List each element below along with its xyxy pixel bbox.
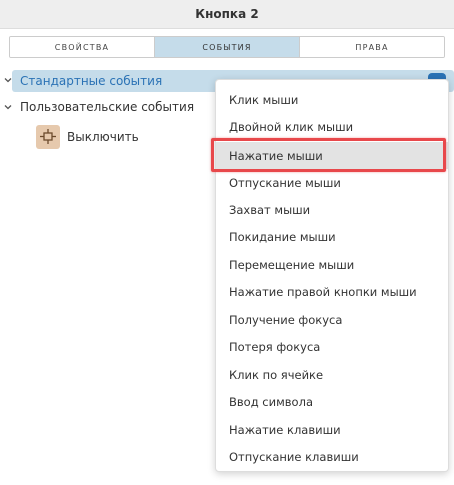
tab-rights[interactable]: ПРАВА: [300, 37, 444, 57]
menu-item-mouse-down[interactable]: Нажатие мыши: [216, 142, 448, 169]
tab-properties[interactable]: СВОЙСТВА: [10, 37, 155, 57]
menu-item-mouse-capture[interactable]: Захват мыши: [216, 196, 448, 223]
menu-item-mouse-click[interactable]: Клик мыши: [216, 86, 448, 113]
event-panel: Кнопка 2 СВОЙСТВА СОБЫТИЯ ПРАВА Стандарт…: [0, 0, 454, 485]
menu-item-mouse-leave[interactable]: Покидание мыши: [216, 223, 448, 250]
menu-item-right-mouse-down[interactable]: Нажатие правой кнопки мыши: [216, 278, 448, 305]
tab-bar: СВОЙСТВА СОБЫТИЯ ПРАВА: [9, 36, 445, 58]
menu-item-mouse-move[interactable]: Перемещение мыши: [216, 251, 448, 278]
menu-item-blur[interactable]: Потеря фокуса: [216, 333, 448, 360]
menu-item-key-down[interactable]: Нажатие клавиши: [216, 416, 448, 443]
menu-item-cell-click[interactable]: Клик по ячейке: [216, 361, 448, 388]
tab-events[interactable]: СОБЫТИЯ: [155, 37, 300, 57]
chevron-down-icon[interactable]: [3, 102, 13, 112]
chevron-down-icon[interactable]: [3, 75, 13, 85]
menu-item-mouse-up[interactable]: Отпускание мыши: [216, 169, 448, 196]
tree-item-label: Выключить: [67, 130, 139, 144]
menu-item-char-input[interactable]: Ввод символа: [216, 388, 448, 415]
event-context-menu: Клик мыши Двойной клик мыши Нажатие мыши…: [215, 79, 449, 472]
menu-item-focus[interactable]: Получение фокуса: [216, 306, 448, 333]
tree-item-label: Стандартные события: [20, 74, 163, 88]
menu-item-mouse-double-click[interactable]: Двойной клик мыши: [216, 113, 448, 140]
tree-item-label: Пользовательские события: [20, 100, 195, 114]
flowchart-node-icon: [36, 125, 60, 149]
menu-item-key-up[interactable]: Отпускание клавиши: [216, 443, 448, 470]
window-title: Кнопка 2: [0, 0, 454, 29]
